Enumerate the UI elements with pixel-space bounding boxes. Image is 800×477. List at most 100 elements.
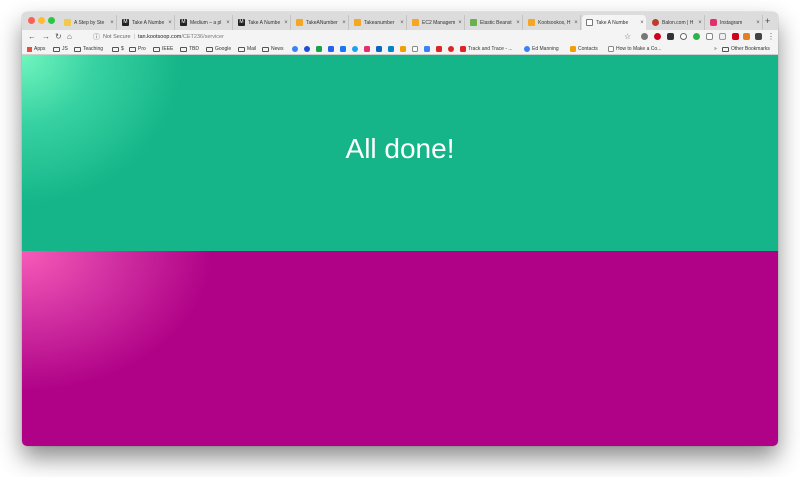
- bookmark-folder-mail[interactable]: Mail: [238, 43, 256, 55]
- bookmark-folder-dollar[interactable]: $: [112, 43, 124, 55]
- bookmark-icon-p[interactable]: [388, 46, 394, 52]
- reload-icon[interactable]: ↻: [55, 30, 62, 43]
- extension-red-icon[interactable]: [732, 33, 739, 40]
- back-arrow-icon[interactable]: ←: [28, 30, 36, 43]
- close-tab-icon[interactable]: ×: [572, 20, 580, 26]
- extension-screen-icon[interactable]: [667, 33, 674, 40]
- bookmark-label: News: [271, 46, 284, 52]
- bookmark-how-to-make[interactable]: How to Make a Co...: [608, 43, 661, 55]
- tab-12[interactable]: Instagram ×: [706, 15, 763, 30]
- tab-title: Balon.com | H: [662, 19, 694, 26]
- close-tab-icon[interactable]: ×: [166, 20, 174, 26]
- close-tab-icon[interactable]: ×: [638, 20, 646, 26]
- close-tab-icon[interactable]: ×: [514, 20, 522, 26]
- extension-square-icon[interactable]: [719, 33, 726, 40]
- bottom-panel: [22, 251, 778, 446]
- close-tab-icon[interactable]: ×: [282, 20, 290, 26]
- bookmark-icon-pin[interactable]: [424, 46, 430, 52]
- bookmark-icon-info[interactable]: [304, 46, 310, 52]
- address-bar[interactable]: ⓘ Not Secure | tan.kootsoop.com /CET236/…: [93, 31, 224, 42]
- tab-7[interactable]: EC2 Managem ×: [408, 15, 465, 30]
- info-icon[interactable]: ⓘ: [93, 32, 100, 42]
- aws-icon: [354, 19, 361, 26]
- extension-evernote-icon[interactable]: [693, 33, 700, 40]
- linkedin-icon[interactable]: [376, 46, 382, 52]
- twitter-icon[interactable]: [352, 46, 358, 52]
- tab-6[interactable]: Takeanumber ×: [350, 15, 407, 30]
- bookmark-track-and-trace[interactable]: Track and Trace - ...: [460, 43, 513, 55]
- bookmark-icon-chat[interactable]: [328, 46, 334, 52]
- folder-icon: [238, 46, 245, 52]
- m-icon: M: [238, 19, 245, 26]
- tab-1[interactable]: A Step by Ste ×: [60, 15, 117, 30]
- bookmark-apps[interactable]: Apps: [27, 43, 45, 55]
- bookmark-folder-google[interactable]: Google: [206, 43, 231, 55]
- close-window-button[interactable]: [28, 17, 35, 24]
- tab-2[interactable]: M Take A Numbe ×: [118, 15, 175, 30]
- bookmark-icon-orange[interactable]: [400, 46, 406, 52]
- tab-11[interactable]: Balon.com | H ×: [648, 15, 705, 30]
- tab-title: EC2 Managem: [422, 19, 456, 26]
- tab-5[interactable]: TakeANumber ×: [292, 15, 349, 30]
- bookmark-icon-page[interactable]: [412, 46, 418, 52]
- status-message: All done!: [345, 133, 455, 164]
- tab-title: TakeANumber: [306, 19, 338, 26]
- browser-menu-icon[interactable]: ⋮: [767, 30, 775, 43]
- tab-title: Kootsookos, H: [538, 19, 571, 26]
- close-tab-icon[interactable]: ×: [456, 20, 464, 26]
- extension-circle-icon[interactable]: [680, 33, 687, 40]
- instagram-icon: [710, 19, 717, 26]
- extension-gear-icon[interactable]: [641, 33, 648, 40]
- home-icon[interactable]: ⌂: [67, 30, 72, 43]
- bookmark-folder-news[interactable]: News: [262, 43, 284, 55]
- bookmark-icon-green[interactable]: [316, 46, 322, 52]
- close-tab-icon[interactable]: ×: [398, 20, 406, 26]
- bookmark-label: Google: [215, 46, 232, 52]
- bookmark-star-icon[interactable]: ☆: [624, 30, 631, 43]
- folder-icon: [180, 46, 187, 52]
- facebook-icon[interactable]: [340, 46, 346, 52]
- close-tab-icon[interactable]: ×: [754, 20, 762, 26]
- close-tab-icon[interactable]: ×: [108, 20, 116, 26]
- instagram-icon[interactable]: [364, 46, 370, 52]
- tab-9[interactable]: Kootsookos, H ×: [524, 15, 581, 30]
- bookmark-ed-manning[interactable]: Ed Manning: [524, 43, 559, 55]
- bookmark-other-bookmarks[interactable]: Other Bookmarks: [722, 43, 770, 55]
- close-tab-icon[interactable]: ×: [696, 20, 704, 26]
- bookmark-folder-teaching[interactable]: Teaching: [74, 43, 103, 55]
- tab-3[interactable]: M Medium – a pl ×: [176, 15, 233, 30]
- bookmark-folder-ieee[interactable]: IEEE: [153, 43, 173, 55]
- bookmark-folder-tbd[interactable]: TBD: [180, 43, 199, 55]
- contacts-icon: [570, 46, 576, 52]
- overflow-chevron: »: [714, 46, 717, 52]
- bookmark-icon-ship[interactable]: [448, 46, 454, 52]
- bookmark-icon-red[interactable]: [436, 46, 442, 52]
- extension-adblock-icon[interactable]: [654, 33, 661, 40]
- balon-icon: [652, 19, 659, 26]
- tab-10-active[interactable]: Take A Numbe ×: [582, 15, 646, 30]
- maximize-window-button[interactable]: [48, 17, 55, 24]
- forward-arrow-icon[interactable]: →: [42, 30, 50, 43]
- minimize-window-button[interactable]: [38, 17, 45, 24]
- extension-orange-icon[interactable]: [743, 33, 750, 40]
- tab-title: A Step by Ste: [74, 19, 105, 26]
- page-icon: [608, 46, 614, 52]
- extension-doc-icon[interactable]: [706, 33, 713, 40]
- bookmarks-overflow[interactable]: »: [714, 43, 717, 55]
- bookmark-folder-pro[interactable]: Pro: [129, 43, 146, 55]
- tab-8[interactable]: Elastic Beanst ×: [466, 15, 523, 30]
- new-tab-button[interactable]: +: [765, 15, 770, 27]
- extension-dark-icon[interactable]: [755, 33, 762, 40]
- contact-icon: [524, 46, 530, 52]
- folder-icon: [153, 46, 160, 52]
- bookmark-icon-blue-circle[interactable]: [292, 46, 298, 52]
- close-tab-icon[interactable]: ×: [340, 20, 348, 26]
- top-status-panel: All done!: [22, 55, 778, 251]
- bookmark-contacts[interactable]: Contacts: [570, 43, 598, 55]
- close-tab-icon[interactable]: ×: [224, 20, 232, 26]
- m-icon: M: [122, 19, 129, 26]
- tab-title: Instagram: [720, 19, 743, 26]
- bookmark-folder-js[interactable]: JS: [53, 43, 68, 55]
- tab-4[interactable]: M Take A Numbe ×: [234, 15, 291, 30]
- ec2-icon: [412, 19, 419, 26]
